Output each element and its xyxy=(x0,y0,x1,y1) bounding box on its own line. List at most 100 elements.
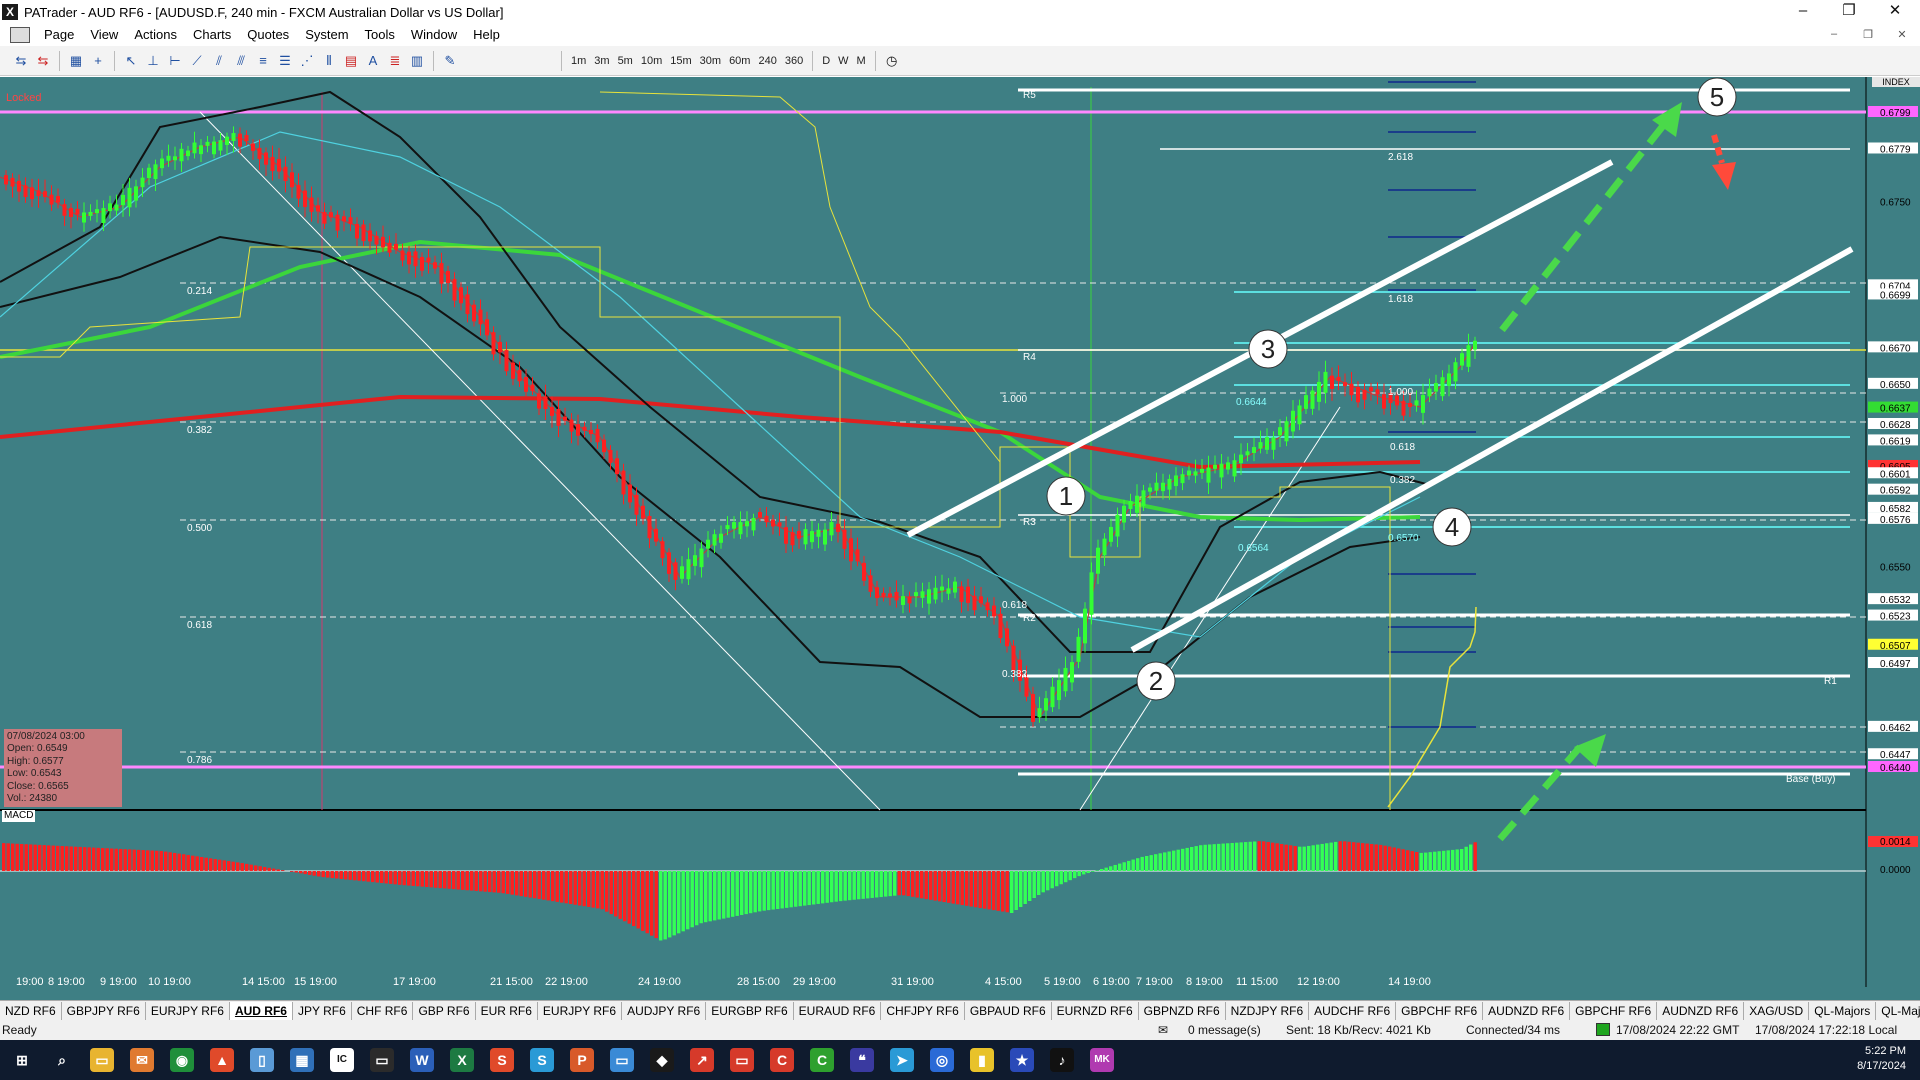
timeframe-10m[interactable]: 10m xyxy=(637,55,666,67)
close-button[interactable]: ✕ xyxy=(1872,0,1918,22)
photos-icon[interactable]: ▭ xyxy=(610,1048,634,1072)
menu-help[interactable]: Help xyxy=(465,24,508,46)
horizontal-line-icon[interactable]: ⊥ xyxy=(143,51,163,71)
pivot-icon[interactable]: ≣ xyxy=(385,51,405,71)
symbol-tab[interactable]: AUDNZD RF6 xyxy=(1657,1001,1745,1020)
skype-icon[interactable]: S xyxy=(530,1048,554,1072)
cycle-lines-icon[interactable]: ⦀ xyxy=(319,51,339,71)
calculator-icon[interactable]: ▦ xyxy=(290,1048,314,1072)
timeframe-3m[interactable]: 3m xyxy=(590,55,613,67)
fib-retracement-icon[interactable]: ≡ xyxy=(253,51,273,71)
zoom-icon[interactable]: ◎ xyxy=(930,1048,954,1072)
message-icon[interactable]: ✉ xyxy=(1158,1023,1168,1037)
crosshair-icon[interactable]: + xyxy=(88,51,108,71)
tiktok-icon[interactable]: ♪ xyxy=(1050,1048,1074,1072)
symbol-tab[interactable]: XAG/USD xyxy=(1744,1001,1810,1020)
system-clock[interactable]: 5:22 PM 8/17/2024 xyxy=(1857,1044,1906,1074)
symbol-tab[interactable]: GBP RF6 xyxy=(413,1001,476,1020)
menu-actions[interactable]: Actions xyxy=(126,24,185,46)
box-icon[interactable]: ▤ xyxy=(341,51,361,71)
trendline-icon[interactable]: ⟋ xyxy=(187,51,207,71)
symbol-tab[interactable]: CHF RF6 xyxy=(352,1001,414,1020)
symbol-tab[interactable]: QL-Majors xyxy=(1876,1002,1920,1020)
brave-icon[interactable]: ▲ xyxy=(210,1048,234,1072)
fib-fan-icon[interactable]: ⫻ xyxy=(231,51,251,71)
symbol-tab[interactable]: EURGBP RF6 xyxy=(706,1001,794,1020)
timeframe-1m[interactable]: 1m xyxy=(567,55,590,67)
price-chart[interactable]: 0.6799 0.6779 0.6750 0.6704 0.6699 0.6670 0.66… xyxy=(0,77,1920,1009)
ic-markets-icon[interactable]: IC xyxy=(330,1048,354,1072)
connect-icon[interactable]: ⇆ xyxy=(11,51,31,71)
symbol-tab[interactable]: EUR RF6 xyxy=(476,1001,538,1020)
trendline-down[interactable] xyxy=(199,111,881,811)
star-icon[interactable]: ★ xyxy=(1010,1048,1034,1072)
sticky-icon[interactable]: ▮ xyxy=(970,1048,994,1072)
timeframe-15m[interactable]: 15m xyxy=(666,55,695,67)
levels-icon[interactable]: ▥ xyxy=(407,51,427,71)
channel-lower-line[interactable] xyxy=(1130,246,1854,653)
menu-window[interactable]: Window xyxy=(403,24,465,46)
symbol-tab[interactable]: EURJPY RF6 xyxy=(146,1001,230,1020)
symbol-tab[interactable]: NZD RF6 xyxy=(0,1001,62,1020)
c-app-icon[interactable]: C xyxy=(770,1048,794,1072)
symbol-tab[interactable]: EURJPY RF6 xyxy=(538,1001,623,1020)
gann-fan-icon[interactable]: ⋰ xyxy=(297,51,317,71)
timeframe-5m[interactable]: 5m xyxy=(614,55,637,67)
s-app-icon[interactable]: S xyxy=(490,1048,514,1072)
symbol-tab[interactable]: GBPJPY RF6 xyxy=(62,1001,146,1020)
symbol-tab[interactable]: NZDJPY RF6 xyxy=(1226,1001,1310,1020)
status-messages[interactable]: 0 message(s) xyxy=(1188,1023,1261,1037)
timeframe-60m[interactable]: 60m xyxy=(725,55,754,67)
android-icon[interactable]: ◆ xyxy=(650,1048,674,1072)
symbol-tab[interactable]: AUD RF6 xyxy=(229,1001,293,1020)
fib-extension-icon[interactable]: ☰ xyxy=(275,51,295,71)
symbol-tab[interactable]: EURAUD RF6 xyxy=(794,1001,882,1020)
symbol-tab[interactable]: GBPAUD RF6 xyxy=(965,1001,1052,1020)
symbol-tab[interactable]: GBPCHF RF6 xyxy=(1570,1001,1658,1020)
minimize-button[interactable]: – xyxy=(1780,0,1826,22)
menu-tools[interactable]: Tools xyxy=(357,24,403,46)
mk-icon[interactable]: MK xyxy=(1090,1048,1114,1072)
cursor-icon[interactable]: ↖ xyxy=(121,51,141,71)
telegram-icon[interactable]: ➤ xyxy=(890,1048,914,1072)
symbol-tab[interactable]: AUDCHF RF6 xyxy=(1309,1001,1397,1020)
pdf-icon[interactable]: ▭ xyxy=(730,1048,754,1072)
menu-view[interactable]: View xyxy=(82,24,126,46)
symbol-tab[interactable]: QL-Majors xyxy=(1809,1001,1877,1020)
symbol-tab[interactable]: JPY RF6 xyxy=(293,1001,352,1020)
mail-icon[interactable]: ✉ xyxy=(130,1048,154,1072)
draw-tools-icon[interactable]: ✎ xyxy=(440,51,460,71)
timeframe-30m[interactable]: 30m xyxy=(696,55,725,67)
search-icon[interactable]: ⌕ xyxy=(50,1048,74,1072)
menu-page[interactable]: Page xyxy=(36,24,82,46)
chart-icon[interactable]: ▦ xyxy=(66,51,86,71)
maximize-button[interactable]: ❐ xyxy=(1826,0,1872,22)
symbol-tab[interactable]: GBPNZD RF6 xyxy=(1139,1001,1226,1020)
start-icon[interactable]: ⊞ xyxy=(10,1048,34,1072)
file-explorer-icon[interactable]: ▭ xyxy=(90,1048,114,1072)
chart-canvas[interactable]: 0.67990.67790.67500.67040.66990.66700.66… xyxy=(0,77,1920,1009)
disconnect-icon[interactable]: ⇆ xyxy=(33,51,53,71)
arrow-app-icon[interactable]: ↗ xyxy=(690,1048,714,1072)
menu-quotes[interactable]: Quotes xyxy=(239,24,297,46)
timeframe-w[interactable]: W xyxy=(834,55,852,67)
symbol-tab[interactable]: CHFJPY RF6 xyxy=(881,1001,965,1020)
quote-icon[interactable]: ❝ xyxy=(850,1048,874,1072)
clock-icon[interactable]: ◷ xyxy=(882,51,902,71)
green-c-icon[interactable]: C xyxy=(810,1048,834,1072)
word-icon[interactable]: W xyxy=(410,1048,434,1072)
vertical-line-icon[interactable]: ⊢ xyxy=(165,51,185,71)
symbol-tab[interactable]: EURNZD RF6 xyxy=(1052,1001,1139,1020)
mdi-restore-button[interactable]: ❐ xyxy=(1854,28,1882,41)
timeframe-d[interactable]: D xyxy=(818,55,834,67)
chrome-icon[interactable]: ◉ xyxy=(170,1048,194,1072)
symbol-tab[interactable]: AUDJPY RF6 xyxy=(622,1001,707,1020)
timeframe-240[interactable]: 240 xyxy=(754,55,780,67)
menu-charts[interactable]: Charts xyxy=(185,24,239,46)
excel-icon[interactable]: X xyxy=(450,1048,474,1072)
channel-icon[interactable]: ⫽ xyxy=(209,51,229,71)
mdi-minimize-button[interactable]: – xyxy=(1820,28,1848,40)
notes-icon[interactable]: ▯ xyxy=(250,1048,274,1072)
patrader-icon[interactable]: ▭ xyxy=(370,1048,394,1072)
menu-system[interactable]: System xyxy=(297,24,356,46)
